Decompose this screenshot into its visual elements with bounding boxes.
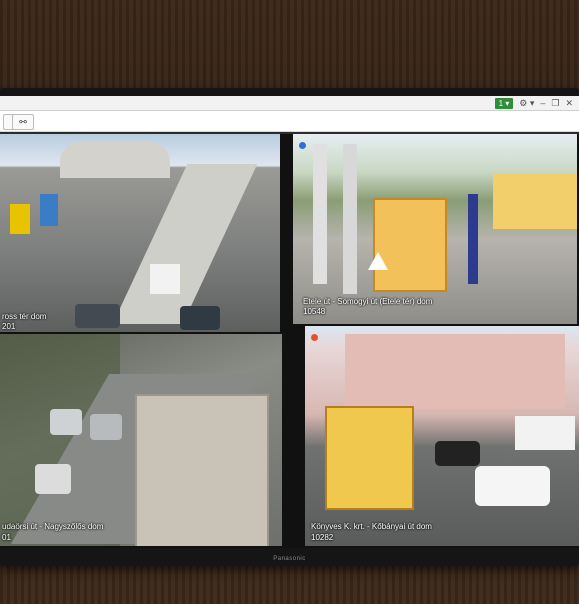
camera-id: 10282 — [311, 533, 334, 542]
white-van — [515, 416, 575, 450]
tram-vehicle — [373, 198, 447, 292]
silver-car — [90, 414, 122, 440]
building-facade — [345, 334, 565, 409]
maximize-icon[interactable]: ❐ — [551, 97, 559, 109]
monitor-frame: 1 ▾ ⚙ ▾ – ❐ ✕ ⚲ ⚯ ross tér dom 201 — [0, 88, 579, 566]
camera-id: 10548 — [303, 307, 326, 316]
tram-vehicle — [493, 174, 577, 229]
sign-post — [468, 194, 478, 284]
road-median — [112, 164, 258, 324]
white-van — [150, 264, 180, 294]
pole — [343, 144, 357, 294]
camera-title: udaörsi út - Nagyszőlős dom — [2, 522, 104, 531]
monitor-select-dropdown[interactable]: 1 ▾ — [494, 97, 514, 109]
minimize-icon[interactable]: – — [540, 97, 545, 109]
camera-title: Könyves K. krt. - Kőbányai út dom — [311, 522, 432, 531]
camera-id: 201 — [2, 322, 16, 331]
tram-vehicle — [325, 406, 414, 510]
camera-status-indicator — [311, 334, 318, 341]
monitor-brand-logo: Panasonic — [273, 556, 306, 562]
toolbar: ⚲ ⚯ — [0, 111, 579, 132]
camera-id: 01 — [2, 533, 11, 542]
camera-status-indicator — [299, 142, 306, 149]
settings-menu-icon[interactable]: ⚙ ▾ — [519, 97, 534, 109]
taxi-car — [10, 204, 30, 234]
warning-sign — [368, 252, 388, 270]
camera-title: Etele út - Somogyi út (Etele tér) dom — [303, 297, 433, 306]
close-icon[interactable]: ✕ — [565, 97, 573, 109]
camera-tile-4[interactable]: Könyves K. krt. - Kőbányai út dom 10282 — [305, 326, 579, 546]
police-car — [475, 466, 550, 506]
pole — [313, 144, 327, 284]
dark-car — [75, 304, 120, 328]
white-car — [35, 464, 71, 494]
black-car — [435, 441, 480, 466]
dump-truck — [135, 394, 269, 546]
camera-tile-3[interactable]: udaörsi út - Nagyszőlős dom 01 — [0, 334, 282, 546]
camera-title: ross tér dom — [2, 312, 47, 321]
station-building — [60, 142, 170, 178]
window-controls: 1 ▾ ⚙ ▾ – ❐ ✕ — [494, 97, 573, 109]
bus-vehicle — [40, 194, 58, 226]
title-bar: 1 ▾ ⚙ ▾ – ❐ ✕ — [0, 96, 579, 111]
silver-car — [50, 409, 82, 435]
network-icon[interactable]: ⚯ — [12, 114, 34, 130]
camera-grid: ross tér dom 201 Etele út - Somogyi út (… — [0, 134, 579, 548]
camera-tile-1[interactable]: ross tér dom 201 — [0, 134, 280, 332]
dark-car — [180, 306, 220, 330]
camera-tile-2[interactable]: Etele út - Somogyi út (Etele tér) dom 10… — [293, 134, 577, 324]
vms-window: 1 ▾ ⚙ ▾ – ❐ ✕ ⚲ ⚯ ross tér dom 201 — [0, 96, 579, 548]
